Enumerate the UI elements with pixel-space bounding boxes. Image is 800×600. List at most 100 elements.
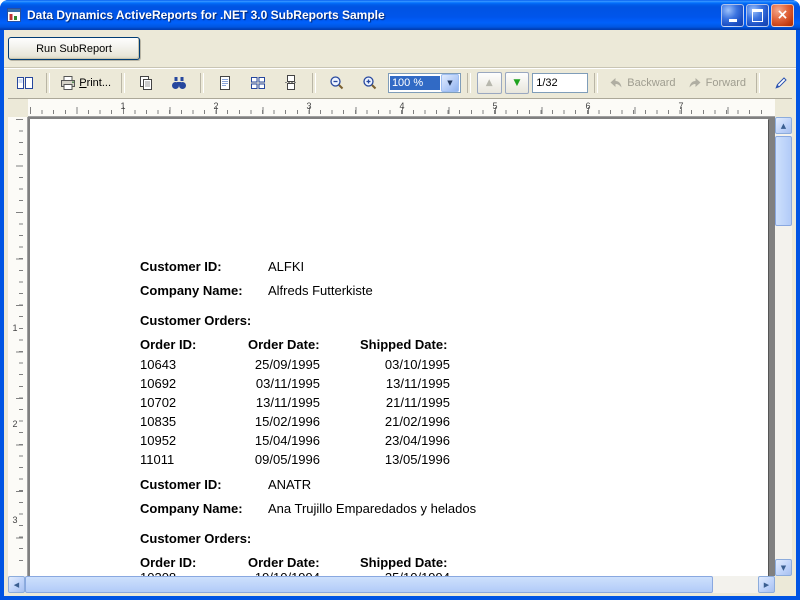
backward-arrow-icon (610, 77, 622, 87)
customer-orders-label: Customer Orders: (140, 531, 252, 546)
company-name-label: Company Name: (140, 283, 243, 298)
viewer-toolbar: Print... 100 % ▼ ▲ ▼ 1/32 Backward Forwa… (4, 68, 796, 96)
minimize-icon (728, 18, 737, 22)
vertical-scrollbar[interactable]: ▲ ▼ (775, 117, 792, 576)
close-button[interactable]: × (771, 3, 794, 27)
zoom-out-button[interactable] (322, 71, 352, 95)
client-area: Run SubReport Print... 100 % ▼ ▲ ▼ 1/32 … (4, 30, 796, 596)
ruler-number: 7 (678, 101, 684, 111)
single-page-icon (219, 75, 230, 90)
ruler-number: 1 (120, 101, 126, 111)
up-arrow-icon: ▲ (780, 121, 787, 130)
toolbar-separator (200, 72, 204, 93)
ruler-number: 2 (213, 101, 219, 111)
customer-orders-label: Customer Orders: (140, 313, 252, 328)
horizontal-ruler: 1 2 3 4 5 6 7 (28, 99, 775, 117)
order-row: 11011 09/05/1996 13/05/1996 (30, 452, 768, 468)
order-date-cell: 15/02/1996 (254, 414, 320, 429)
customer-orders-line: Customer Orders: (30, 313, 768, 329)
order-id-cell: 10643 (140, 357, 177, 372)
order-id-cell: 10692 (140, 376, 177, 391)
order-id-header: Order ID: (140, 337, 197, 352)
customer-id-label: Customer ID: (140, 477, 222, 492)
forward-button[interactable]: Forward (683, 71, 750, 95)
order-date-cell: 13/11/1995 (255, 395, 320, 410)
report-canvas: Customer ID: ALFKI Company Name: Alfreds… (28, 117, 775, 576)
run-subreport-button[interactable]: Run SubReport (8, 37, 140, 60)
down-arrow-icon: ▼ (780, 563, 787, 572)
forward-label: Forward (705, 76, 747, 89)
toolbar-separator (466, 72, 471, 93)
maximize-icon (752, 8, 763, 22)
annotations-button[interactable] (766, 71, 796, 95)
shipped-date-cell: 23/04/1996 (384, 433, 450, 448)
company-name-value: Alfreds Futterkiste (268, 283, 373, 298)
order-id-cell: 10952 (140, 433, 177, 448)
minimize-button[interactable] (721, 3, 744, 27)
order-id-header: Order ID: (140, 555, 197, 570)
zoom-in-button[interactable] (355, 71, 385, 95)
report-viewer: 1 2 3 4 5 6 7 1 2 3 Customer ID: ALFKI C… (8, 98, 792, 593)
page-number-input[interactable] (532, 72, 589, 93)
scrollbar-top-gap (775, 99, 792, 117)
toolbar-separator (311, 72, 316, 93)
pencil-icon (775, 76, 787, 89)
order-date-header: Order Date: (248, 555, 320, 570)
shipped-date-header: Shipped Date: (360, 337, 448, 352)
horizontal-scrollbar[interactable]: ◀ ▶ (8, 576, 775, 593)
single-page-view-button[interactable] (210, 71, 240, 95)
toc-toggle-button[interactable] (10, 71, 40, 95)
maximize-button[interactable] (746, 3, 769, 27)
ruler-number: 3 (306, 101, 312, 111)
copy-button[interactable] (131, 71, 161, 95)
print-button[interactable]: Print... (56, 71, 115, 95)
chevron-down-icon: ▼ (447, 78, 453, 87)
zoom-dropdown-button[interactable]: ▼ (440, 73, 459, 92)
scroll-down-button[interactable]: ▼ (775, 559, 792, 576)
company-name-line: Company Name: Alfreds Futterkiste (30, 283, 768, 299)
order-row: 10835 15/02/1996 21/02/1996 (30, 414, 768, 430)
ruler-corner (8, 99, 28, 117)
customer-id-line: Customer ID: ANATR (30, 477, 768, 493)
vertical-scroll-thumb[interactable] (775, 136, 792, 226)
shipped-date-cell: 03/10/1995 (384, 357, 450, 372)
toolbar-separator (46, 72, 50, 93)
find-button[interactable] (164, 71, 194, 95)
toc-panel-icon (17, 76, 33, 89)
next-page-button[interactable]: ▼ (504, 71, 530, 94)
continuous-view-button[interactable] (276, 71, 306, 95)
left-arrow-icon: ◀ (13, 580, 20, 589)
order-date-cell: 15/04/1996 (254, 433, 320, 448)
toolbar-separator (594, 72, 599, 93)
order-date-header: Order Date: (248, 337, 320, 352)
scroll-up-button[interactable]: ▲ (775, 117, 792, 134)
ruler-number: 4 (399, 101, 405, 111)
ruler-number: 5 (492, 101, 498, 111)
multi-page-view-button[interactable] (243, 71, 273, 95)
print-label: Print... (79, 76, 112, 89)
order-date-cell: 25/09/1995 (254, 357, 320, 372)
printer-icon (60, 75, 75, 90)
previous-page-button[interactable]: ▲ (476, 71, 502, 94)
scroll-left-button[interactable]: ◀ (8, 576, 25, 593)
titlebar[interactable]: Data Dynamics ActiveReports for .NET 3.0… (0, 0, 800, 30)
ruler-number: 1 (12, 323, 18, 333)
order-id-cell: 10835 (140, 414, 177, 429)
copy-icon (140, 75, 152, 90)
ruler-number: 2 (12, 419, 18, 429)
scroll-right-button[interactable]: ▶ (758, 576, 775, 593)
zoom-combobox[interactable]: 100 % ▼ (387, 72, 461, 93)
window-controls: × (721, 3, 794, 27)
close-icon: × (776, 7, 789, 23)
company-name-label: Company Name: (140, 501, 243, 516)
backward-button[interactable]: Backward (604, 71, 679, 95)
window-title: Data Dynamics ActiveReports for .NET 3.0… (27, 8, 385, 22)
customer-id-label: Customer ID: (140, 259, 222, 274)
shipped-date-cell: 13/11/1995 (385, 376, 450, 391)
toolbar-separator (121, 72, 125, 93)
customer-orders-line: Customer Orders: (30, 531, 768, 547)
order-id-cell: 10702 (140, 395, 177, 410)
multi-page-icon (250, 76, 265, 89)
ruler-number: 6 (585, 101, 591, 111)
horizontal-scroll-thumb[interactable] (25, 576, 713, 593)
